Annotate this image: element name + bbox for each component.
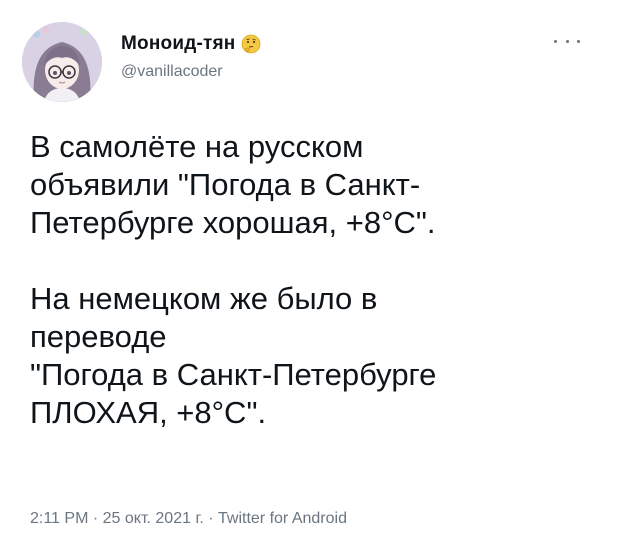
tweet-card: Моноид-тян @vanillacoder В самолёте на р…	[0, 0, 620, 560]
tweet-paragraph-2: На немецком же было в переводе "Погода в…	[30, 281, 437, 430]
more-options-icon[interactable]	[554, 35, 580, 47]
meta-separator: ·	[92, 510, 99, 527]
author-display-name[interactable]: Моноид-тян	[121, 33, 235, 55]
author-name-row: Моноид-тян	[121, 33, 261, 55]
more-dot	[565, 39, 569, 43]
tweet-text: В самолёте на русском объявили "Погода в…	[30, 128, 590, 432]
tweet-metadata: 2:11 PM · 25 окт. 2021 г. · Twitter for …	[30, 510, 347, 528]
tweet-client[interactable]: Twitter for Android	[218, 510, 347, 527]
tweet-paragraph-1: В самолёте на русском объявили "Погода в…	[30, 129, 436, 240]
more-dot	[577, 39, 580, 43]
tweet-time[interactable]: 2:11 PM	[30, 510, 88, 527]
tweet-date[interactable]: 25 окт. 2021 г.	[103, 510, 204, 527]
avatar[interactable]	[22, 22, 102, 102]
meta-separator: ·	[208, 510, 214, 527]
thinking-face-emoji-icon	[241, 34, 261, 54]
avatar-illustration	[22, 22, 102, 102]
tweet-author[interactable]: Моноид-тян @vanillacoder	[121, 33, 261, 81]
more-dot	[554, 39, 557, 43]
author-handle[interactable]: @vanillacoder	[121, 63, 261, 81]
